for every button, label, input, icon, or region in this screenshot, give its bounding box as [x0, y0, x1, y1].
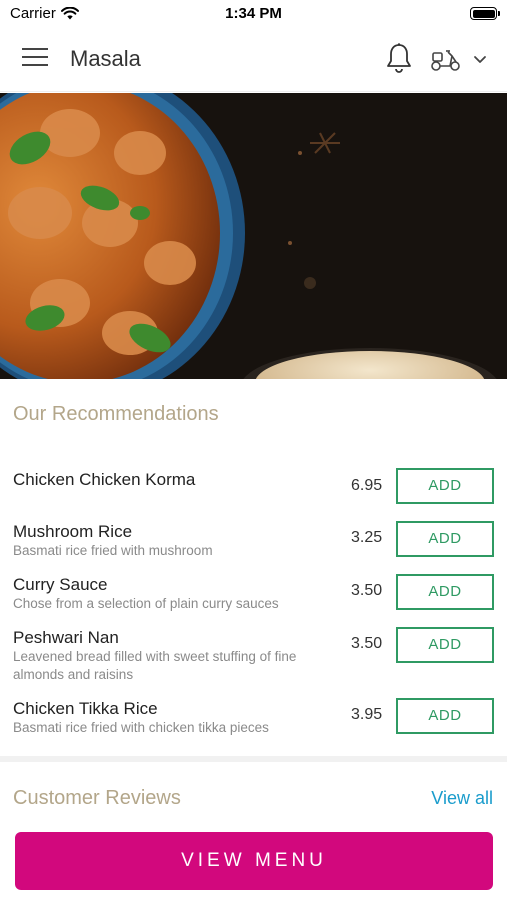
view-all-link[interactable]: View all	[431, 788, 493, 809]
add-button[interactable]: ADD	[396, 468, 494, 504]
item-price: 3.25	[351, 529, 383, 546]
item-price: 3.95	[351, 706, 383, 723]
item-description: Chose from a selection of plain curry sa…	[13, 596, 279, 611]
add-button[interactable]: ADD	[396, 574, 494, 610]
hamburger-icon[interactable]	[22, 48, 48, 70]
item-description: Basmati rice fried with mushroom	[13, 543, 213, 558]
add-button[interactable]: ADD	[396, 698, 494, 734]
item-name: Peshwari Nan	[13, 628, 119, 647]
section-divider	[0, 756, 507, 762]
item-name: Curry Sauce	[13, 575, 108, 594]
item-name: Mushroom Rice	[13, 522, 133, 541]
item-price: 6.95	[351, 477, 383, 494]
bell-icon[interactable]	[385, 42, 413, 74]
hero-food-image	[0, 93, 507, 379]
app-header: Masala	[0, 28, 507, 92]
add-button[interactable]: ADD	[396, 521, 494, 557]
item-description: Leavened bread filled with sweet stuffin…	[13, 649, 297, 682]
add-button[interactable]: ADD	[396, 627, 494, 663]
status-bar: Carrier 1:34 PM	[0, 0, 507, 28]
item-name: Chicken Tikka Rice	[13, 699, 158, 718]
reviews-title: Customer Reviews	[13, 787, 181, 809]
battery-icon	[470, 7, 500, 20]
page-title: Masala	[70, 46, 141, 71]
scooter-icon[interactable]	[430, 46, 462, 72]
recommendations-title: Our Recommendations	[13, 403, 219, 425]
item-price: 3.50	[351, 635, 383, 652]
item-description: Basmati rice fried with chicken tikka pi…	[13, 720, 269, 735]
view-menu-button[interactable]: VIEW MENU	[15, 832, 493, 890]
item-name: Chicken Chicken Korma	[13, 470, 196, 489]
status-time: 1:34 PM	[225, 5, 282, 22]
chevron-down-icon[interactable]	[472, 52, 488, 66]
item-price: 3.50	[351, 582, 383, 599]
